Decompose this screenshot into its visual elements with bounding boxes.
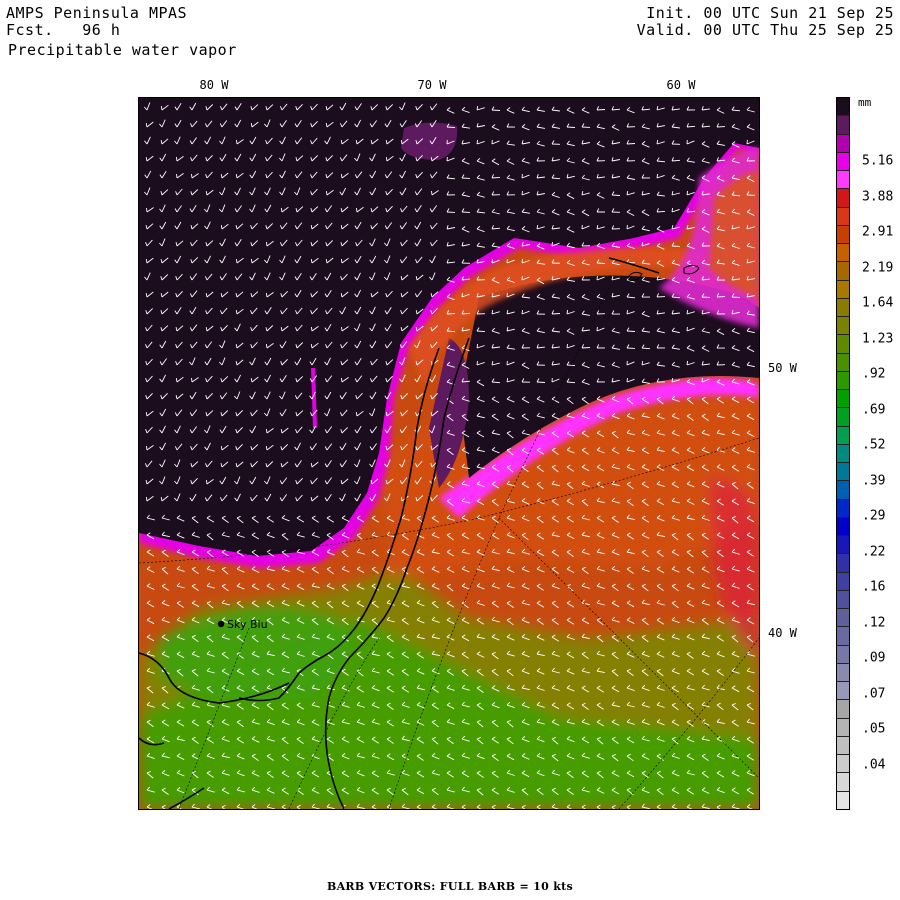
colorbar-label: .09	[862, 650, 886, 666]
colorbar-label: .92	[862, 366, 886, 382]
colorbar-swatch	[837, 663, 849, 682]
forecast-hour: Fcst. 96 h	[6, 21, 121, 39]
colorbar-swatch	[837, 682, 849, 701]
colorbar-swatch	[837, 262, 849, 281]
station-label: Sky Blu	[227, 618, 268, 631]
map-panel[interactable]: Sky Blu	[138, 97, 760, 810]
colorbar-swatch	[837, 645, 849, 664]
colorbar-swatch	[837, 152, 849, 171]
colorbar-swatch	[837, 554, 849, 573]
colorbar-swatch	[837, 736, 849, 755]
colorbar-swatch	[837, 317, 849, 336]
colorbar-unit: mm	[858, 96, 872, 109]
colorbar-swatch	[837, 627, 849, 646]
colorbar-swatch	[837, 773, 849, 792]
colorbar-label: .22	[862, 544, 886, 559]
colorbar-swatch	[837, 590, 849, 609]
station-marker	[217, 620, 225, 628]
colorbar-swatch	[837, 700, 849, 719]
colorbar-label: 3.88	[862, 189, 894, 204]
precipitable-water-map: Sky Blu	[139, 98, 759, 809]
colorbar-swatch	[837, 244, 849, 263]
lon-label-50w: 50 W	[768, 361, 797, 375]
colorbar-label: .16	[862, 579, 886, 595]
colorbar-label: 1.64	[862, 295, 894, 311]
model-title: AMPS Peninsula MPAS	[6, 4, 188, 22]
colorbar-swatch	[837, 98, 849, 117]
valid-time: Valid. 00 UTC Thu 25 Sep 25	[636, 21, 894, 39]
colorbar-swatch	[837, 189, 849, 208]
colorbar-swatch	[837, 718, 849, 737]
field-name: Precipitable water vapor	[8, 41, 237, 59]
colorbar-swatch	[837, 408, 849, 427]
colorbar-swatch	[837, 499, 849, 518]
colorbar-label: 5.16	[862, 153, 894, 169]
colorbar-label: .39	[862, 473, 886, 488]
colorbar-swatch	[837, 116, 849, 135]
colorbar-label: .69	[862, 402, 886, 417]
colorbar-label: .04	[862, 757, 886, 772]
colorbar-swatch	[837, 426, 849, 445]
lon-label-80w: 80 W	[199, 78, 229, 92]
colorbar-swatch	[837, 371, 849, 390]
colorbar-swatch	[837, 463, 849, 482]
colorbar	[836, 97, 850, 810]
colorbar-swatch	[837, 134, 849, 153]
barb-legend: BARB VECTORS: FULL BARB = 10 kts	[327, 880, 573, 893]
colorbar-swatch	[837, 572, 849, 591]
colorbar-swatch	[837, 353, 849, 372]
colorbar-swatch	[837, 390, 849, 409]
colorbar-label: 2.19	[862, 260, 894, 275]
colorbar-swatch	[837, 481, 849, 500]
colorbar-swatch	[837, 207, 849, 226]
colorbar-swatch	[837, 791, 849, 809]
colorbar-label: 1.23	[862, 331, 894, 346]
colorbar-swatch	[837, 298, 849, 317]
colorbar-label: 2.91	[862, 224, 894, 240]
colorbar-swatch	[837, 609, 849, 628]
colorbar-label: .05	[862, 721, 886, 737]
colorbar-label: .29	[862, 508, 886, 524]
init-time: Init. 00 UTC Sun 21 Sep 25	[646, 4, 894, 22]
lon-label-70w: 70 W	[417, 78, 447, 92]
colorbar-swatch	[837, 755, 849, 774]
lon-label-40w: 40 W	[768, 626, 797, 640]
colorbar-label: .12	[862, 615, 886, 630]
colorbar-label: .52	[862, 437, 886, 453]
colorbar-swatch	[837, 171, 849, 190]
colorbar-swatch	[837, 335, 849, 354]
colorbar-swatch	[837, 225, 849, 244]
lon-label-60w: 60 W	[666, 78, 696, 92]
colorbar-swatch	[837, 280, 849, 299]
colorbar-swatch	[837, 536, 849, 555]
colorbar-swatch	[837, 444, 849, 463]
colorbar-swatch	[837, 517, 849, 536]
colorbar-label: .07	[862, 686, 886, 701]
